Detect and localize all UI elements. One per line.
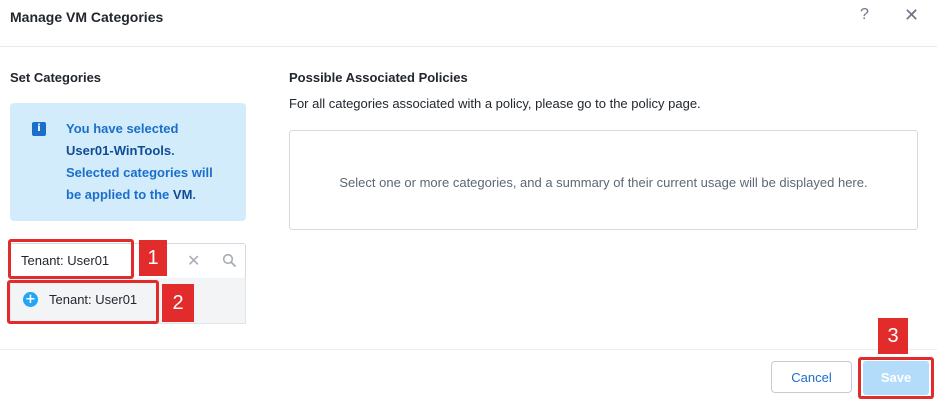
close-icon[interactable]: ✕: [904, 5, 919, 26]
highlight-box-3: [858, 357, 934, 399]
info-icon: i: [32, 122, 46, 136]
policy-empty-message: Select one or more categories, and a sum…: [339, 175, 868, 190]
info-line-4: be applied to the: [66, 187, 170, 202]
highlight-box-2: [7, 280, 159, 324]
step-badge-1: 1: [139, 240, 167, 276]
step-badge-2: 2: [162, 284, 194, 322]
clear-icon[interactable]: ✕: [187, 251, 200, 271]
help-icon[interactable]: ?: [860, 6, 869, 24]
policies-heading: Possible Associated Policies: [289, 70, 468, 85]
info-vm-name: User01-WinTools: [66, 143, 172, 158]
info-line-3: Selected categories will: [66, 165, 213, 180]
cancel-button[interactable]: Cancel: [771, 361, 852, 393]
dialog-header: Manage VM Categories ? ✕: [0, 0, 937, 47]
set-categories-heading: Set Categories: [10, 70, 102, 85]
info-text: You have selected User01-WinTools. Selec…: [66, 121, 213, 202]
dialog-title: Manage VM Categories: [10, 9, 164, 25]
info-line-1: You have selected: [66, 121, 179, 136]
search-icon[interactable]: [222, 253, 236, 267]
info-banner: i You have selected User01-WinTools. Sel…: [10, 103, 246, 221]
highlight-box-1: [8, 239, 134, 279]
policy-summary-box: Select one or more categories, and a sum…: [289, 130, 918, 230]
step-badge-3: 3: [878, 318, 908, 354]
info-vm-word: VM: [172, 187, 193, 202]
policies-description: For all categories associated with a pol…: [289, 96, 701, 111]
